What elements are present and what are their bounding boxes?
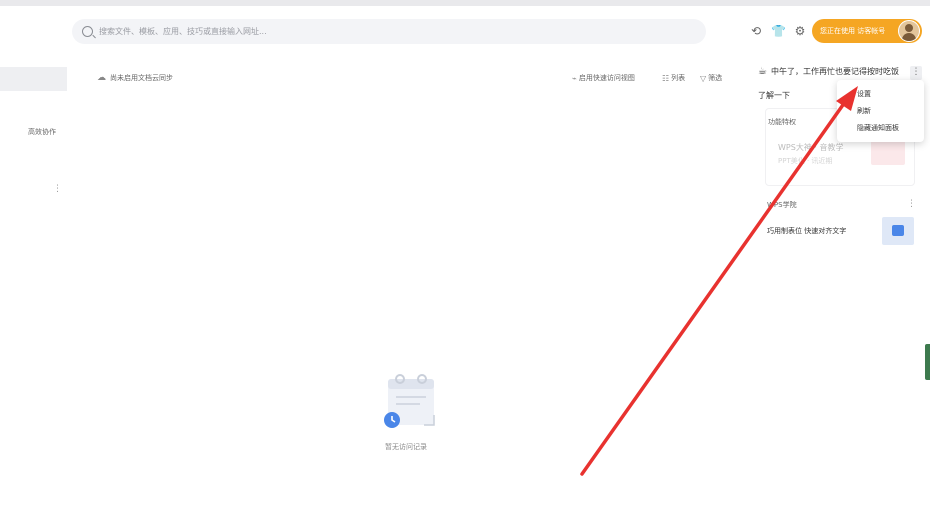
menu-item-settings[interactable]: 设置	[837, 86, 924, 103]
feature-thumbnail	[871, 141, 905, 165]
search-input[interactable]	[99, 27, 659, 36]
college-title: WPS学院	[767, 201, 797, 209]
coffee-cup-icon: ☕	[758, 66, 767, 77]
feature-subtitle: PPT美化 · 讯近期	[778, 157, 833, 165]
list-view-label: 列表	[671, 74, 686, 82]
sync-icon[interactable]: ⟲	[749, 24, 763, 38]
learn-more-link[interactable]: 了解一下	[758, 90, 790, 101]
video-play-icon[interactable]	[882, 217, 914, 245]
context-menu: 设置 刷新 隐藏通知面板	[837, 80, 924, 142]
window-top-strip	[0, 0, 930, 6]
sidebar-more-icon[interactable]: ⋮	[53, 184, 62, 194]
menu-item-hide-panel[interactable]: 隐藏通知面板	[837, 120, 924, 137]
college-more-icon[interactable]: ⋮	[907, 199, 916, 209]
filter-button[interactable]: ▽ 筛选	[700, 73, 722, 83]
greeting-text: 中午了，工作再忙也要记得按时吃饭	[770, 67, 899, 76]
college-item[interactable]: 巧用制表位 快速对齐文字	[767, 226, 846, 236]
search-bar[interactable]	[72, 19, 706, 44]
quick-view-label: 启用快速访问视图	[578, 74, 635, 82]
side-drag-handle[interactable]	[925, 344, 930, 380]
list-icon: ☷	[662, 73, 670, 83]
search-icon	[82, 26, 93, 37]
empty-state-text: 暂无访问记录	[385, 443, 427, 451]
user-account-button[interactable]: 您正在使用 访客帐号	[812, 19, 922, 43]
greeting-notice: ☕ 中午了，工作再忙也要记得按时吃饭	[758, 66, 899, 77]
feature-title: 功能特权	[768, 118, 796, 126]
user-account-label: 您正在使用 访客帐号	[820, 27, 886, 35]
filter-icon: ▽	[700, 73, 707, 83]
sidebar-selected-item[interactable]	[0, 67, 67, 91]
lightning-icon: ⌁	[572, 73, 577, 83]
panel-more-button[interactable]: ⋮	[910, 66, 922, 80]
quick-view-button[interactable]: ⌁ 启用快速访问视图	[572, 73, 635, 83]
cloud-sync-notice[interactable]: ☁ 尚未启用文档云同步	[97, 73, 173, 83]
feature-item[interactable]: WPS大神 · 音教学	[778, 142, 843, 153]
cloud-icon: ☁	[97, 73, 106, 83]
menu-item-refresh[interactable]: 刷新	[837, 103, 924, 120]
avatar[interactable]	[898, 20, 920, 42]
filter-label: 筛选	[708, 74, 723, 82]
empty-calendar-icon	[384, 374, 435, 428]
gear-icon[interactable]: ⚙	[793, 24, 807, 38]
skin-icon[interactable]: 👕	[771, 24, 786, 38]
cloud-sync-text: 尚未启用文档云同步	[110, 74, 173, 82]
list-view-button[interactable]: ☷ 列表	[662, 73, 685, 83]
sidebar-item-collaboration[interactable]: 高效协作	[28, 127, 56, 137]
